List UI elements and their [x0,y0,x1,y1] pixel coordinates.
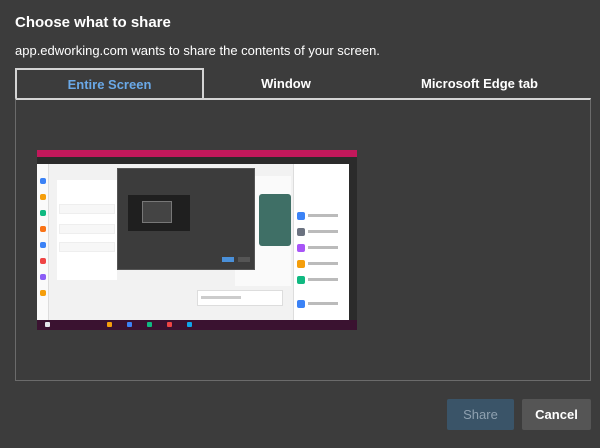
thumbnail-list-card [59,242,115,252]
thumbnail-sidebar-icon [40,290,46,296]
thumbnail-sidebar-icon [40,178,46,184]
thumbnail-right-item [297,300,345,309]
tab-edge-tab[interactable]: Microsoft Edge tab [368,68,591,99]
thumbnail-nested-cancel-button [238,257,250,262]
thumbnail-right-item [297,260,345,269]
thumbnail-right-item [297,276,345,285]
thumbnail-sidebar-icon [40,274,46,280]
share-source-tabs: Entire Screen Window Microsoft Edge tab [15,68,591,99]
thumbnail-list-card [59,204,115,214]
thumbnail-sidebar-icon [40,194,46,200]
thumbnail-taskbar-icon [167,322,172,327]
thumbnail-nested-dialog [117,168,255,270]
thumbnail-nested-share-button [222,257,234,262]
share-button[interactable]: Share [447,399,514,430]
thumbnail-sidebar-icon [40,226,46,232]
thumbnail-taskbar-icon [187,322,192,327]
tab-window[interactable]: Window [204,68,368,99]
cancel-button[interactable]: Cancel [522,399,591,430]
screen-thumbnail[interactable] [37,150,357,330]
thumbnail-right-panel [293,164,349,320]
thumbnail-video-tile [259,194,291,246]
tab-entire-screen[interactable]: Entire Screen [15,68,204,99]
thumbnail-nested-window [142,201,172,223]
dialog-subtitle: app.edworking.com wants to share the con… [15,43,380,58]
thumbnail-taskbar [37,320,357,330]
thumbnail-right-item [297,244,345,253]
thumbnail-taskbar-icon [127,322,132,327]
thumbnail-taskbar-icon [45,322,50,327]
thumbnail-list-card [59,224,115,234]
dialog-title: Choose what to share [15,14,171,31]
thumbnail-right-item [297,228,345,237]
thumbnail-sidebar [37,164,49,320]
thumbnail-address-bar [37,157,357,164]
thumbnail-edge-sidebar [349,164,357,320]
thumbnail-sidebar-icon [40,242,46,248]
thumbnail-sidebar-icon [40,210,46,216]
thumbnail-sidebar-icon [40,258,46,264]
thumbnail-right-item [297,212,345,221]
thumbnail-text-line [201,296,241,299]
thumbnail-browser-tabbar [37,150,357,157]
thumbnail-taskbar-icon [107,322,112,327]
thumbnail-taskbar-icon [147,322,152,327]
